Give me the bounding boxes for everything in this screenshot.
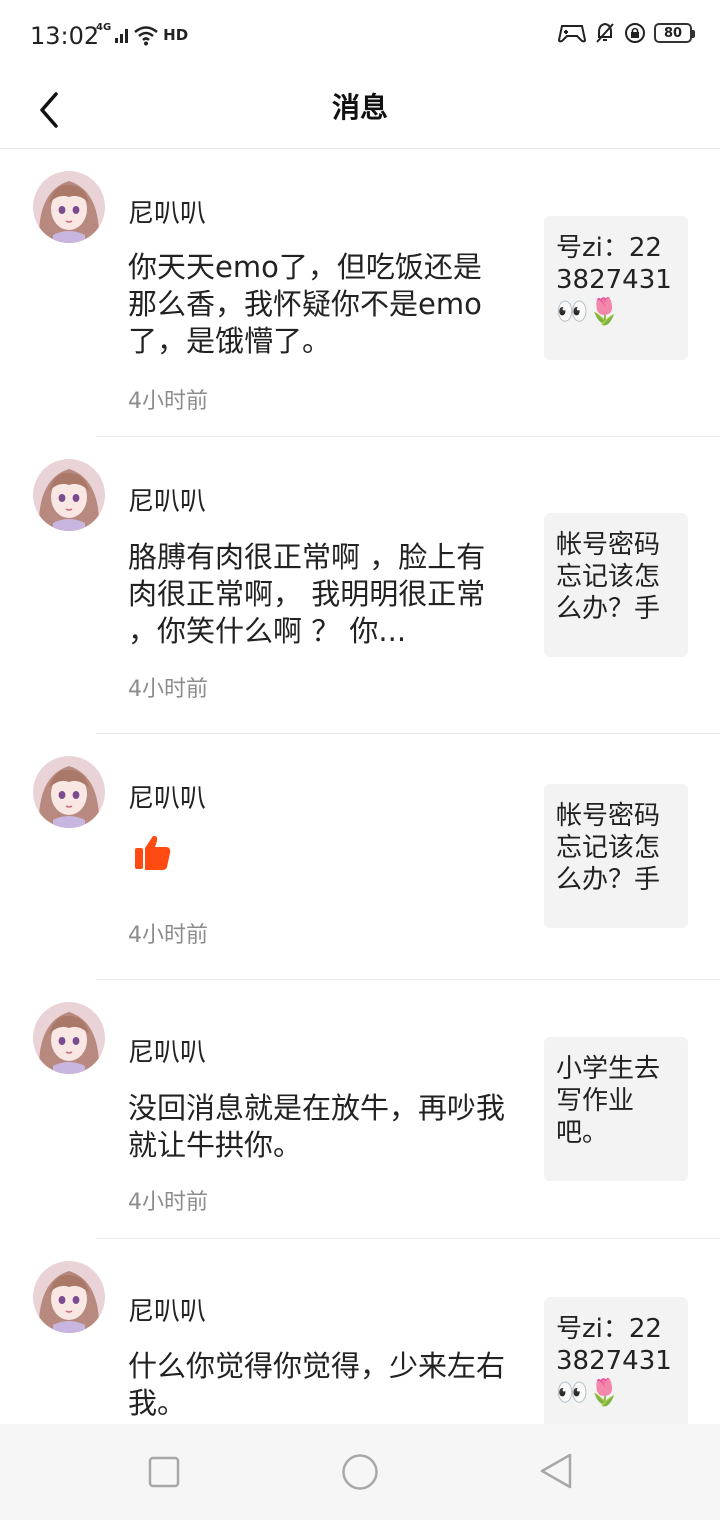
message-time: 4小时前 [128,1190,208,1215]
message-text: 没回消息就是在放牛，再吵我就让牛拱你。 [128,1091,506,1162]
page-header: 消息 [0,72,720,149]
recent-apps-icon[interactable] [148,1456,180,1488]
mute-bell-icon [596,22,614,43]
list-item[interactable]: 尼叭叭 什么你觉得你觉得，少来左右我。 号zi：223827431👀🌷 [0,1239,720,1424]
list-item[interactable]: 尼叭叭 没回消息就是在放牛，再吵我就让牛拱你。 4小时前 小学生去写作业吧。 [0,980,720,1239]
avatar-image [33,1261,105,1333]
page-title: 消息 [331,91,388,124]
list-item[interactable]: 尼叭叭 胳膊有肉很正常啊 ，脸上有肉很正常啊， 我明明很正常 ，你笑什么啊 ？ … [0,437,720,734]
avatar[interactable] [33,1002,105,1074]
message-text: 胳膊有肉很正常啊 ，脸上有肉很正常啊， 我明明很正常 ，你笑什么啊 ？ 你... [128,540,486,648]
message-list[interactable]: 尼叭叭 你天天emo了，但吃饭还是那么香，我怀疑你不是emo了，是饿懵了。 4小… [0,149,720,1424]
wifi-icon [134,26,158,46]
thumbs-up-icon [135,835,171,870]
quoted-post[interactable]: 帐号密码忘记该怎么办？手 [544,784,688,928]
sender-name: 尼叭叭 [128,1297,207,1327]
sender-name: 尼叭叭 [128,1038,207,1068]
home-icon[interactable] [341,1453,379,1491]
quoted-post[interactable]: 帐号密码忘记该怎么办？手 [544,513,688,657]
gamepad-icon [558,25,586,43]
quoted-post[interactable]: 号zi：223827431👀🌷 [544,1297,688,1424]
sender-name: 尼叭叭 [128,199,207,229]
battery-indicator: 80 [654,23,695,43]
lock-rotation-icon [625,23,645,43]
avatar[interactable] [33,459,105,531]
network-type-label: 4G [96,21,112,33]
back-icon[interactable] [538,1452,574,1490]
avatar[interactable] [33,1261,105,1333]
avatar-image [33,171,105,243]
status-bar: 13:02 4G HD 80 [0,0,720,72]
avatar-image [33,756,105,828]
status-right-icons: 80 [558,22,695,44]
message-time: 4小时前 [128,923,208,948]
message-time: 4小时前 [128,389,208,414]
avatar-image [33,459,105,531]
status-time: 13:02 [30,22,100,50]
avatar[interactable] [33,756,105,828]
quoted-post[interactable]: 小学生去写作业吧。 [544,1037,688,1181]
sender-name: 尼叭叭 [128,784,207,814]
message-text: 什么你觉得你觉得，少来左右我。 [128,1349,506,1420]
sender-name: 尼叭叭 [128,487,207,517]
battery-level: 80 [663,25,683,41]
signal-icon [115,29,129,43]
avatar[interactable] [33,171,105,243]
status-left-icons: 4G HD [96,21,189,46]
system-navigation-bar [0,1424,720,1520]
quoted-post[interactable]: 号zi：223827431👀🌷 [544,216,688,360]
list-item[interactable]: 尼叭叭 你天天emo了，但吃饭还是那么香，我怀疑你不是emo了，是饿懵了。 4小… [0,149,720,437]
hd-label: HD [163,26,189,44]
avatar-image [33,1002,105,1074]
message-time: 4小时前 [128,677,208,702]
list-item[interactable]: 尼叭叭 4小时前 帐号密码忘记该怎么办？手 [0,734,720,980]
message-text: 你天天emo了，但吃饭还是那么香，我怀疑你不是emo了，是饿懵了。 [128,250,482,358]
